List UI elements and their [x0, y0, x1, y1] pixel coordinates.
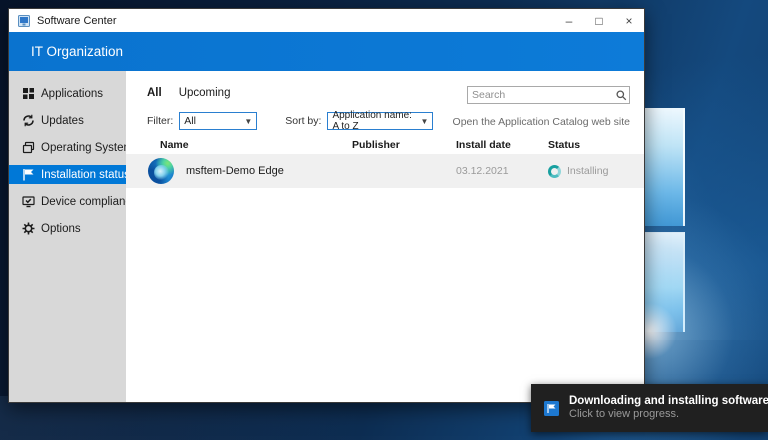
sidebar-item-label: Updates [41, 114, 84, 127]
device-compliance-icon [22, 195, 35, 208]
search-box [467, 86, 630, 104]
filter-row: Filter: All ▼ Sort by: Application name:… [147, 110, 434, 132]
toast-subtitle: Click to view progress. [569, 408, 680, 421]
titlebar[interactable]: Software Center – □ × [9, 9, 644, 32]
toast-notification[interactable]: Downloading and installing software Clic… [531, 384, 768, 432]
sidebar-item-updates[interactable]: Updates [9, 111, 126, 130]
status-badge: Installing [548, 164, 630, 178]
column-header-status[interactable]: Status [548, 139, 630, 151]
content-area: All Upcoming Filter: All ▼ Sort by: Ap [126, 71, 644, 402]
sort-dropdown[interactable]: Application name: A to Z ▼ [327, 110, 434, 132]
sidebar-item-installation-status[interactable]: Installation status [9, 165, 130, 184]
tab-all[interactable]: All [147, 87, 162, 99]
app-name: msftem-Demo Edge [186, 165, 284, 177]
toast-text: Downloading and installing software Clic… [569, 394, 768, 422]
sidebar-item-options[interactable]: Options [9, 219, 126, 238]
sort-by-label: Sort by: [285, 115, 322, 127]
filter-dropdown[interactable]: All ▼ [179, 112, 258, 130]
installation-status-icon [22, 168, 35, 181]
edge-app-icon [148, 158, 174, 184]
updates-icon [22, 114, 35, 127]
chevron-down-icon: ▼ [420, 116, 429, 126]
tab-bar: All Upcoming [147, 87, 230, 99]
search-input[interactable] [468, 89, 613, 101]
table-header: Name Publisher Install date Status [126, 139, 644, 151]
window-controls: – □ × [554, 9, 644, 32]
window-title: Software Center [37, 14, 117, 27]
sidebar-item-label: Operating Systems [41, 141, 139, 154]
sidebar-item-label: Installation status [41, 168, 130, 181]
close-button[interactable]: × [614, 9, 644, 32]
status-text: Installing [567, 165, 609, 177]
organization-name: IT Organization [31, 44, 124, 59]
sidebar-item-label: Device compliance [41, 195, 138, 208]
minimize-button[interactable]: – [554, 9, 584, 32]
chevron-down-icon: ▼ [244, 116, 253, 126]
sidebar: Applications Updates Operating Systems I… [9, 71, 139, 402]
column-header-publisher[interactable]: Publisher [352, 139, 456, 151]
app-install-date: 03.12.2021 [456, 165, 509, 177]
filter-label: Filter: [147, 115, 174, 127]
sidebar-item-label: Applications [41, 87, 104, 100]
sidebar-item-label: Options [41, 222, 81, 235]
table-row[interactable]: msftem-Demo Edge 03.12.2021 Installing [126, 154, 644, 188]
sort-value: Application name: A to Z [332, 110, 412, 132]
options-icon [22, 222, 35, 235]
search-icon[interactable] [613, 89, 629, 101]
software-center-toast-icon [544, 400, 559, 416]
organization-banner: IT Organization [9, 32, 644, 71]
sidebar-item-device-compliance[interactable]: Device compliance [9, 192, 138, 211]
maximize-button[interactable]: □ [584, 9, 614, 32]
operating-systems-icon [22, 141, 35, 154]
software-center-app-icon [18, 14, 30, 27]
column-header-install-date[interactable]: Install date [456, 139, 548, 151]
installing-spinner-icon [548, 164, 561, 178]
sidebar-item-applications[interactable]: Applications [9, 84, 126, 103]
column-header-name[interactable]: Name [160, 139, 352, 151]
toast-title: Downloading and installing software [569, 394, 768, 407]
tab-upcoming[interactable]: Upcoming [179, 87, 231, 99]
application-catalog-link[interactable]: Open the Application Catalog web site [453, 116, 630, 128]
sidebar-item-operating-systems[interactable]: Operating Systems [9, 138, 139, 157]
filter-value: All [184, 115, 196, 127]
applications-icon [22, 87, 35, 100]
software-center-window: Software Center – □ × IT Organization Ap… [8, 8, 645, 403]
